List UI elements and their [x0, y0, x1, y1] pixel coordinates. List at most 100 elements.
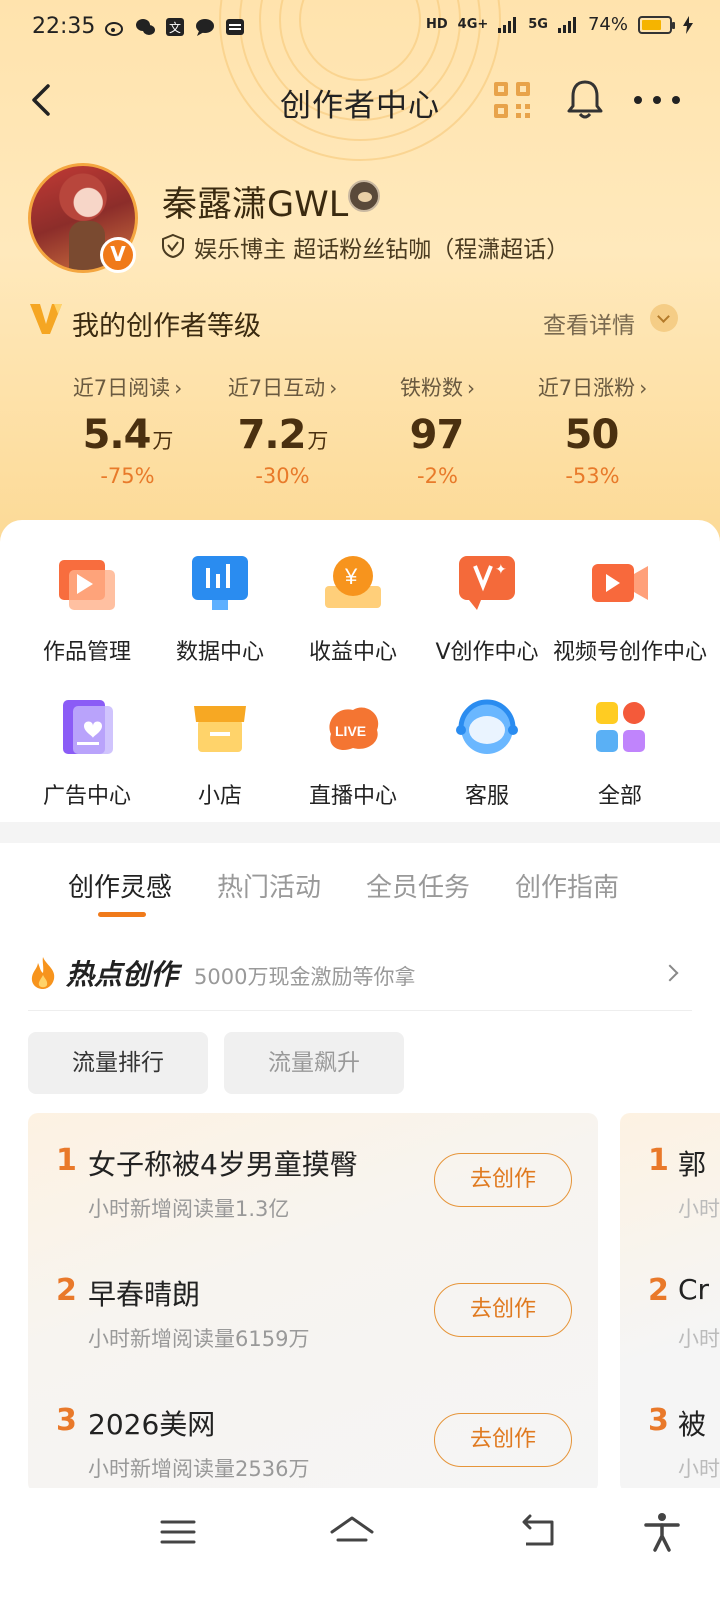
- trending-card-2: 1 郭 小时 2 Cr 小时 3 被 小时: [620, 1113, 720, 1493]
- service-support[interactable]: 客服: [420, 696, 554, 810]
- stat-value: 97: [409, 412, 465, 458]
- network-5g: 5G: [528, 17, 548, 32]
- stat-iron-fans[interactable]: 铁粉数 › 97 -2%: [360, 372, 515, 488]
- weibo-icon: [105, 22, 123, 36]
- list-item[interactable]: 1 郭 小时: [620, 1113, 720, 1223]
- signal-icon: [498, 16, 517, 33]
- service-ad[interactable]: 广告中心: [20, 696, 154, 810]
- level-v-icon: [30, 304, 62, 334]
- tab-guide[interactable]: 创作指南: [515, 867, 619, 904]
- stat-label: 近7日互动: [227, 376, 326, 400]
- battery-icon: [638, 15, 675, 34]
- stat-change: -53%: [565, 464, 620, 488]
- topic-metric: 小时: [678, 1457, 720, 1481]
- topic-metric: 小时新增阅读量2536万: [88, 1457, 310, 1481]
- go-create-button[interactable]: 去创作: [434, 1283, 572, 1337]
- topic-title: 郭: [678, 1148, 707, 1181]
- creator-level-title: 我的创作者等级: [72, 311, 261, 342]
- fire-icon: [31, 957, 55, 989]
- menu-icon[interactable]: [156, 1510, 200, 1554]
- service-label: 直播中心: [308, 784, 397, 809]
- system-nav-bar: [0, 1488, 720, 1600]
- chevron-right-icon: ›: [639, 376, 648, 400]
- list-item[interactable]: 3 2026美网 小时新增阅读量2536万 去创作: [28, 1373, 598, 1483]
- page-title: 创作者中心: [280, 88, 440, 124]
- home-icon[interactable]: [330, 1510, 374, 1554]
- stat-change: -30%: [255, 464, 310, 488]
- view-details-link[interactable]: 查看详情: [543, 306, 635, 340]
- service-works[interactable]: 作品管理: [20, 552, 154, 666]
- rank-number: 3: [648, 1403, 669, 1438]
- svg-text:LIVE: LIVE: [335, 723, 366, 739]
- stat-interactions[interactable]: 近7日互动 › 7.2万 -30%: [205, 372, 360, 488]
- chevron-right-icon: ›: [467, 376, 475, 400]
- status-time: 22:35: [32, 14, 96, 39]
- verified-badge-icon: V: [100, 237, 136, 273]
- stat-unit: 万: [152, 429, 173, 453]
- tab-inspiration[interactable]: 创作灵感: [68, 867, 172, 917]
- stat-label: 近7日阅读: [72, 376, 171, 400]
- topic-metric: 小时新增阅读量1.3亿: [88, 1197, 290, 1221]
- top-nav: 创作者中心: [0, 66, 720, 136]
- wallet-icon: [226, 19, 244, 35]
- list-item[interactable]: 3 被 小时: [620, 1373, 720, 1483]
- hot-creation-title: 热点创作: [66, 958, 179, 991]
- chevron-down-icon[interactable]: [650, 304, 678, 332]
- service-all[interactable]: 全部: [553, 696, 687, 810]
- section-tabs: 创作灵感 热门活动 全员任务 创作指南: [68, 867, 619, 917]
- service-live[interactable]: LIVE 直播中心: [286, 696, 420, 810]
- stat-change: -2%: [417, 464, 458, 488]
- network-4g: 4G+: [457, 17, 489, 32]
- topic-metric: 小时: [678, 1327, 720, 1351]
- service-v-create[interactable]: ✦ V创作中心: [420, 552, 554, 666]
- accessibility-icon[interactable]: [640, 1510, 684, 1554]
- rank-number: 3: [56, 1403, 77, 1438]
- service-income[interactable]: ¥ 收益中心: [286, 552, 420, 666]
- topic-title: 被: [678, 1408, 707, 1441]
- service-label: 客服: [464, 784, 509, 809]
- topic-title: 女子称被4岁男童摸臀: [88, 1148, 358, 1181]
- username[interactable]: 秦露潇GWL: [162, 176, 348, 227]
- list-item[interactable]: 1 女子称被4岁男童摸臀 小时新增阅读量1.3亿 去创作: [28, 1113, 598, 1223]
- rank-number: 1: [56, 1143, 77, 1178]
- rank-number: 1: [648, 1143, 669, 1178]
- ad-icon: [63, 700, 113, 754]
- stat-label: 近7日涨粉: [537, 376, 636, 400]
- live-icon: LIVE: [329, 707, 379, 751]
- list-item[interactable]: 2 早春晴朗 小时新增阅读量6159万 去创作: [28, 1243, 598, 1353]
- charging-icon: [683, 15, 693, 34]
- tab-all-tasks[interactable]: 全员任务: [366, 867, 470, 904]
- tab-hot-activities[interactable]: 热门活动: [217, 867, 321, 904]
- more-icon[interactable]: [632, 82, 682, 118]
- service-data[interactable]: 数据中心: [153, 552, 287, 666]
- service-video[interactable]: 视频号创作中心: [553, 552, 708, 666]
- hot-creation-header[interactable]: 热点创作 5000万现金激励等你拿: [28, 951, 692, 1011]
- service-icon: [456, 699, 518, 754]
- service-label: 收益中心: [308, 640, 397, 665]
- service-label: 作品管理: [42, 640, 131, 665]
- service-label: 视频号创作中心: [553, 640, 708, 665]
- go-create-button[interactable]: 去创作: [434, 1413, 572, 1467]
- signal-icon-2: [557, 16, 576, 33]
- go-create-button[interactable]: 去创作: [434, 1153, 572, 1207]
- stat-unit: 万: [307, 429, 328, 453]
- chip-traffic-ranking[interactable]: 流量排行: [28, 1032, 208, 1094]
- topic-metric: 小时新增阅读量6159万: [88, 1327, 310, 1351]
- qr-code-icon[interactable]: [492, 80, 532, 120]
- stat-new-fans[interactable]: 近7日涨粉 › 50 -53%: [515, 372, 670, 488]
- chip-traffic-rising[interactable]: 流量飙升: [224, 1032, 404, 1094]
- data-icon: [192, 556, 248, 610]
- stat-value: 50: [564, 412, 620, 458]
- wechat-icon: [136, 19, 155, 35]
- trending-card: 1 女子称被4岁男童摸臀 小时新增阅读量1.3亿 去创作 2 早春晴朗 小时新增…: [28, 1113, 598, 1493]
- service-label: 小店: [197, 784, 242, 809]
- stat-reads[interactable]: 近7日阅读 › 5.4万 -75%: [50, 372, 205, 488]
- service-shop[interactable]: 小店: [153, 696, 287, 810]
- battery-percent: 74%: [587, 14, 628, 35]
- back-icon[interactable]: [516, 1510, 560, 1554]
- bell-icon[interactable]: [565, 78, 605, 120]
- battery-level: [642, 19, 662, 30]
- list-item[interactable]: 2 Cr 小时: [620, 1243, 720, 1353]
- v-create-icon: ✦: [459, 556, 515, 610]
- chevron-right-icon: [661, 964, 679, 982]
